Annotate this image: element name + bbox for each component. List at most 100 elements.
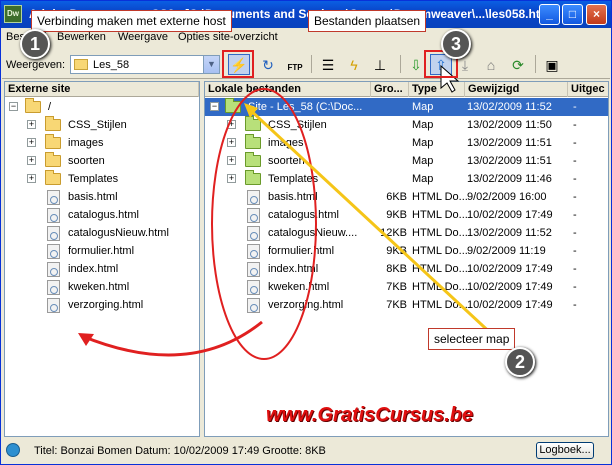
file-modified: 10/02/2009 17:49 bbox=[467, 299, 553, 311]
remote-list-item[interactable]: index.html bbox=[5, 260, 199, 278]
html-file-icon bbox=[47, 298, 60, 313]
table-row[interactable]: index.html 8KB HTML Do... 10/02/2009 17:49 - bbox=[205, 260, 608, 278]
remote-list-item[interactable]: catalogus.html bbox=[5, 206, 199, 224]
table-row[interactable]: basis.html 6KB HTML Do... 9/02/2009 16:00 - bbox=[205, 188, 608, 206]
folder-icon bbox=[245, 134, 261, 149]
file-size: 9KB bbox=[386, 245, 407, 257]
remote-item-name: CSS_Stijlen bbox=[68, 119, 127, 131]
file-modified: 13/02/2009 11:51 bbox=[467, 137, 552, 149]
column-header-name[interactable]: Lokale bestanden bbox=[205, 82, 371, 97]
file-name: images bbox=[268, 137, 304, 149]
expand-icon[interactable]: + bbox=[227, 174, 236, 183]
table-row[interactable]: + Templates Map 13/02/2009 11:46 - bbox=[205, 170, 608, 188]
folder-icon bbox=[245, 116, 261, 131]
file-modified: 10/02/2009 17:49 bbox=[467, 209, 553, 221]
watermark: www.GratisCursus.be bbox=[266, 404, 474, 426]
menu-bewerken[interactable]: Bewerken bbox=[57, 31, 106, 43]
refresh-icon: ↻ bbox=[262, 57, 274, 73]
html-file-icon bbox=[47, 226, 60, 241]
folder-icon bbox=[245, 170, 261, 185]
remote-list-item[interactable]: kweken.html bbox=[5, 278, 199, 296]
file-type: HTML Do... bbox=[412, 245, 468, 257]
table-row[interactable]: verzorging.html 7KB HTML Do... 10/02/2009 1… bbox=[205, 296, 608, 314]
synchronize-button[interactable]: ⟳ bbox=[507, 54, 529, 75]
remote-list-item[interactable]: basis.html bbox=[5, 188, 199, 206]
expand-icon[interactable]: + bbox=[27, 120, 36, 129]
callout-put: Bestanden plaatsen bbox=[308, 10, 427, 32]
log-button[interactable]: Logboek... bbox=[536, 442, 594, 459]
maximize-button[interactable]: □ bbox=[562, 4, 583, 25]
remote-root-row[interactable]: − / bbox=[5, 98, 199, 116]
column-header-size[interactable]: Gro... bbox=[371, 82, 409, 97]
html-file-icon bbox=[47, 190, 60, 205]
collapse-icon[interactable]: − bbox=[9, 102, 18, 111]
ftp-log-button[interactable]: FTP bbox=[284, 54, 306, 75]
expand-icon[interactable]: + bbox=[227, 120, 236, 129]
remote-list-item[interactable]: + soorten bbox=[5, 152, 199, 170]
column-header-modified[interactable]: Gewijzigd bbox=[465, 82, 568, 97]
file-checked-out: - bbox=[573, 263, 577, 275]
table-row[interactable]: + soorten Map 13/02/2009 11:51 - bbox=[205, 152, 608, 170]
column-header-type[interactable]: Type bbox=[409, 82, 465, 97]
expand-icon[interactable]: + bbox=[27, 156, 36, 165]
folder-icon bbox=[245, 152, 261, 167]
minimize-button[interactable]: _ bbox=[539, 4, 560, 25]
file-name: catalogusNieuw.... bbox=[268, 227, 358, 239]
step-badge-2: 2 bbox=[505, 347, 535, 377]
toolbar-separator bbox=[311, 55, 312, 73]
close-button[interactable]: × bbox=[586, 4, 607, 25]
html-file-icon bbox=[247, 208, 260, 223]
table-row[interactable]: kweken.html 7KB HTML Do... 10/02/2009 17:49… bbox=[205, 278, 608, 296]
file-type: Map bbox=[412, 119, 434, 131]
folder-icon bbox=[45, 152, 61, 167]
expand-collapse-button[interactable]: ▣ bbox=[541, 54, 563, 75]
table-row[interactable]: catalogus.html 9KB HTML Do... 10/02/2009 17… bbox=[205, 206, 608, 224]
ftp-icon: FTP bbox=[287, 63, 303, 72]
collapse-icon[interactable]: − bbox=[210, 102, 219, 111]
expand-icon[interactable]: + bbox=[227, 156, 236, 165]
step-badge-1: 1 bbox=[20, 29, 50, 59]
table-row[interactable]: + images Map 13/02/2009 11:51 - bbox=[205, 134, 608, 152]
site-map-button[interactable]: ⊥ bbox=[369, 54, 391, 75]
table-row[interactable]: formulier.html 9KB HTML Do... 9/02/2009 11:… bbox=[205, 242, 608, 260]
expand-icon[interactable]: + bbox=[227, 138, 236, 147]
table-row[interactable]: catalogusNieuw.... 12KB HTML Do... 13/02/20… bbox=[205, 224, 608, 242]
file-size: 9KB bbox=[386, 209, 407, 221]
site-files-view-button[interactable]: ☰ bbox=[317, 54, 339, 75]
table-row[interactable]: + CSS_Stijlen Map 13/02/2009 11:50 - bbox=[205, 116, 608, 134]
file-checked-out: - bbox=[573, 281, 577, 293]
arrow-down-green-icon: ⇩ bbox=[410, 57, 422, 73]
html-file-icon bbox=[47, 208, 60, 223]
list-icon: ☰ bbox=[321, 57, 335, 73]
remote-list-item[interactable]: verzorging.html bbox=[5, 296, 199, 314]
remote-item-name: Templates bbox=[68, 173, 119, 185]
local-root-row[interactable]: − Site - Les_58 (C:\Doc... Map 13/02/200… bbox=[205, 98, 608, 116]
file-checked-out: - bbox=[573, 209, 577, 221]
sync-icon: ⟳ bbox=[512, 57, 524, 73]
chevron-down-icon[interactable]: ▼ bbox=[203, 56, 219, 73]
html-file-icon bbox=[47, 262, 60, 277]
remote-root-label: / bbox=[48, 101, 52, 113]
remote-item-name: index.html bbox=[68, 263, 119, 275]
local-files-pane[interactable]: Lokale bestanden Gro... Type Gewijzigd U… bbox=[204, 81, 609, 437]
remote-list-item[interactable]: + Templates bbox=[5, 170, 199, 188]
remote-site-column-header[interactable]: Externe site bbox=[5, 82, 199, 97]
remote-list-item[interactable]: + images bbox=[5, 134, 199, 152]
remote-site-pane[interactable]: Externe site − / + CSS_Stijlen + images + soo… bbox=[4, 81, 200, 437]
expand-icon[interactable]: + bbox=[27, 138, 36, 147]
expand-icon[interactable]: + bbox=[27, 174, 36, 183]
remote-list-item[interactable]: catalogusNieuw.html bbox=[5, 224, 199, 242]
column-header-checked-out[interactable]: Uitgec bbox=[568, 82, 608, 97]
file-modified: 9/02/2009 11:19 bbox=[467, 245, 546, 257]
refresh-button[interactable]: ↻ bbox=[257, 54, 279, 75]
menu-weergave[interactable]: Weergave bbox=[118, 31, 168, 43]
file-checked-out: - bbox=[573, 299, 577, 311]
site-select[interactable]: Les_58 ▼ bbox=[70, 55, 220, 74]
remote-list-item[interactable]: + CSS_Stijlen bbox=[5, 116, 199, 134]
file-size: 8KB bbox=[386, 263, 407, 275]
testing-server-button[interactable]: ϟ bbox=[343, 54, 365, 75]
check-in-button[interactable]: ⌂ bbox=[480, 54, 502, 75]
remote-list-item[interactable]: formulier.html bbox=[5, 242, 199, 260]
files-toolbar: Weergeven: Les_58 ▼ ⚡ ↻ FTP ☰ ϟ ⊥ ⇩ ⇧ ⤓ … bbox=[2, 49, 610, 79]
menu-opties-site-overzicht[interactable]: Opties site-overzicht bbox=[178, 31, 278, 43]
